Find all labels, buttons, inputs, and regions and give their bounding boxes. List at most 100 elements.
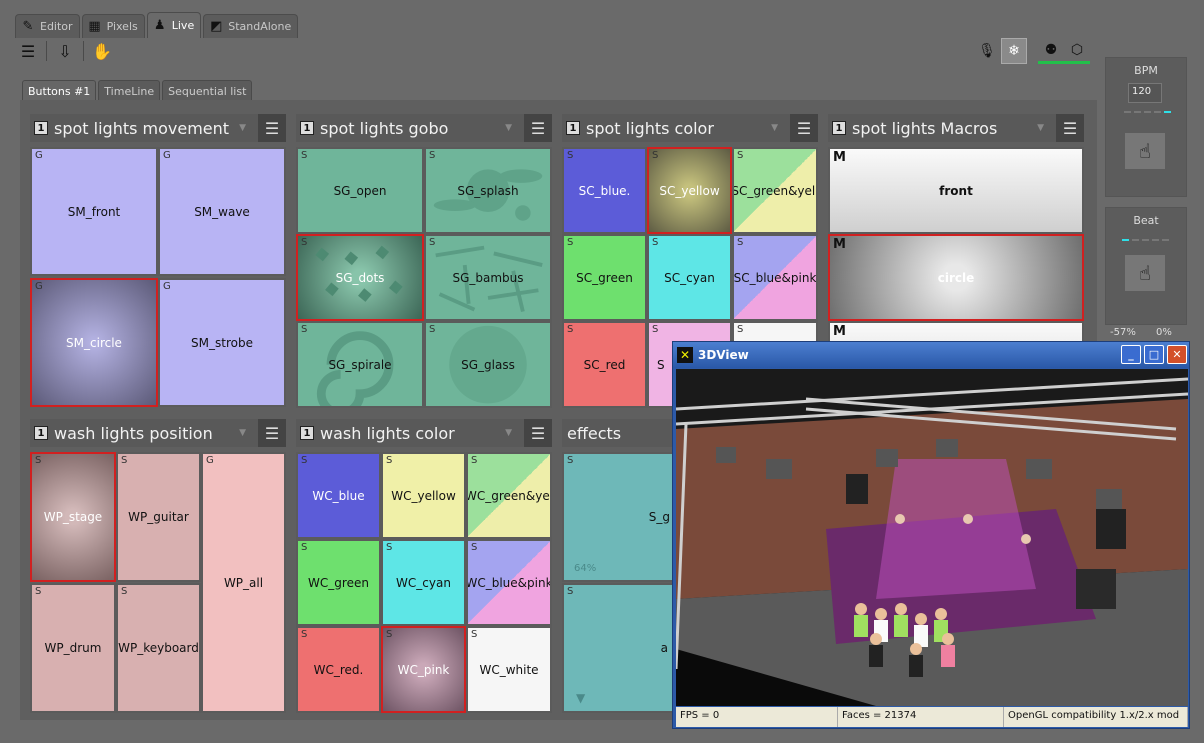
- cue-button[interactable]: S SG_spirale: [296, 321, 424, 408]
- group-menu-button[interactable]: ☰: [524, 114, 552, 142]
- cue-button[interactable]: S WC_red.: [296, 626, 381, 713]
- group-title: spot lights gobo: [320, 118, 449, 138]
- group-menu-button[interactable]: ☰: [524, 419, 552, 447]
- group-title: wash lights position: [54, 423, 213, 443]
- effect-button[interactable]: S S_g 64%: [562, 452, 674, 582]
- tab-timeline[interactable]: TimeLine: [98, 80, 161, 101]
- chevron-down-icon[interactable]: ▼: [771, 123, 778, 133]
- cue-button[interactable]: S SG_splash: [424, 147, 552, 234]
- minimize-button[interactable]: _: [1121, 345, 1141, 364]
- tap-hand-icon: ☝: [1138, 139, 1152, 163]
- hand-icon[interactable]: ✋: [89, 38, 115, 64]
- cue-button[interactable]: S SG_dots: [296, 234, 424, 321]
- cue-button[interactable]: S WC_blue&pink: [466, 539, 552, 626]
- cue-button[interactable]: G SM_strobe: [158, 278, 286, 407]
- dmx-icon[interactable]: ⚉: [1038, 38, 1064, 64]
- macro-button[interactable]: Mfront: [828, 147, 1084, 234]
- group-spot-lights-gobo: 1 spot lights gobo ▼ ☰ S SG_open S SG_spla…: [296, 114, 552, 409]
- microphone-icon[interactable]: 🎙: [974, 38, 1000, 64]
- bpm-title: BPM: [1134, 64, 1158, 77]
- cue-button[interactable]: G SM_front: [30, 147, 158, 276]
- cue-button[interactable]: G WP_all: [201, 452, 286, 713]
- 3dview-window: ✕ 3DView _ □ ✕ FPS = 0 Faces = 21374 Ope…: [672, 341, 1190, 729]
- cue-button[interactable]: S SC_blue.: [562, 147, 647, 234]
- chevron-down-icon[interactable]: ▼: [505, 123, 512, 133]
- toolbar: ☰ ⇩ ✋ 🎙 ❄ ⚉ ⬡: [15, 36, 1097, 66]
- group-menu-button[interactable]: ☰: [1056, 114, 1084, 142]
- cue-button[interactable]: S WP_drum: [30, 583, 116, 713]
- bpm-input[interactable]: 120: [1128, 83, 1162, 103]
- cue-button[interactable]: S WP_keyboard: [116, 583, 201, 713]
- editor-icon: ✎: [22, 19, 34, 34]
- chevron-down-icon[interactable]: ▼: [239, 428, 246, 438]
- cue-button[interactable]: S WC_green: [296, 539, 381, 626]
- 3d-scene-view[interactable]: [676, 369, 1188, 706]
- cue-button[interactable]: G SM_wave: [158, 147, 286, 276]
- group-number: 1: [34, 426, 48, 440]
- group-menu-button[interactable]: ☰: [790, 114, 818, 142]
- group-title: spot lights Macros: [852, 118, 998, 138]
- triangle-down-icon: ▼: [576, 691, 586, 705]
- cue-button[interactable]: S WC_green&yel: [466, 452, 552, 539]
- beat-panel: Beat ☝: [1105, 207, 1187, 325]
- group-header: 1 wash lights position ▼ ☰: [30, 419, 286, 447]
- status-bar: FPS = 0 Faces = 21374 OpenGL compatibili…: [676, 707, 1188, 727]
- group-title: wash lights color: [320, 423, 455, 443]
- cue-button[interactable]: S SG_open: [296, 147, 424, 234]
- close-button[interactable]: ✕: [1167, 345, 1187, 364]
- cue-button[interactable]: S SC_yellow: [647, 147, 732, 234]
- cue-button[interactable]: S WC_yellow: [381, 452, 466, 539]
- cue-button[interactable]: S SC_cyan: [647, 234, 732, 321]
- group-menu-button[interactable]: ☰: [258, 114, 286, 142]
- menu-icon[interactable]: ☰: [15, 38, 41, 64]
- tap-bpm-button[interactable]: ☝: [1125, 133, 1165, 169]
- chevron-down-icon[interactable]: ▼: [1037, 123, 1044, 133]
- effect-button[interactable]: Sa ▼: [562, 583, 674, 713]
- group-header: 1 wash lights color ▼ ☰: [296, 419, 552, 447]
- cue-button[interactable]: S SG_glass: [424, 321, 552, 408]
- cue-button[interactable]: S WP_guitar: [116, 452, 201, 582]
- stage-render: [676, 369, 1188, 706]
- cue-button[interactable]: S WP_stage: [30, 452, 116, 582]
- snowflake-icon[interactable]: ❄: [1001, 38, 1027, 64]
- cue-button[interactable]: S WC_pink: [381, 626, 466, 713]
- group-number: 1: [300, 121, 314, 135]
- tab-pixels[interactable]: ▦ Pixels: [81, 14, 145, 38]
- cue-button[interactable]: S SC_red: [562, 321, 647, 408]
- beat-indicator: [1122, 239, 1186, 241]
- chevron-down-icon[interactable]: ▼: [505, 428, 512, 438]
- cue-button[interactable]: S WC_cyan: [381, 539, 466, 626]
- cue-button[interactable]: S WC_blue: [296, 452, 381, 539]
- tap-hand-icon: ☝: [1138, 261, 1152, 285]
- tab-buttons-1[interactable]: Buttons #1: [22, 80, 97, 101]
- tab-editor[interactable]: ✎ Editor: [15, 14, 80, 38]
- cue-button[interactable]: S SC_green: [562, 234, 647, 321]
- window-titlebar[interactable]: ✕ 3DView _ □ ✕: [673, 342, 1189, 368]
- app-logo-icon: ✕: [677, 347, 693, 363]
- group-number: 1: [566, 121, 580, 135]
- group-header: 1 spot lights Macros ▼ ☰: [828, 114, 1084, 142]
- group-header: 1 spot lights color ▼ ☰: [562, 114, 818, 142]
- export-icon[interactable]: ⇩: [52, 38, 78, 64]
- cue-button[interactable]: S WC_white: [466, 626, 552, 713]
- cue-button[interactable]: S SG_bambus: [424, 234, 552, 321]
- effect-progress: 64%: [574, 563, 597, 574]
- group-title: effects: [567, 423, 622, 443]
- beat-title: Beat: [1133, 214, 1159, 227]
- tab-live[interactable]: ♟ Live: [146, 12, 202, 38]
- tap-beat-button[interactable]: ☝: [1125, 255, 1165, 291]
- cube-icon[interactable]: ⬡: [1064, 38, 1090, 64]
- chevron-down-icon[interactable]: ▼: [239, 123, 246, 133]
- maximize-button[interactable]: □: [1144, 345, 1164, 364]
- group-wash-lights-position: 1 wash lights position ▼ ☰ S WP_stage S WP…: [30, 419, 286, 714]
- macro-button[interactable]: Mcircle: [828, 234, 1084, 321]
- live-icon: ♟: [153, 18, 166, 33]
- cue-button[interactable]: S SC_blue&pink: [732, 234, 818, 321]
- group-menu-button[interactable]: ☰: [258, 419, 286, 447]
- tab-standalone[interactable]: ◩ StandAlone: [203, 14, 299, 38]
- group-number: 1: [34, 121, 48, 135]
- cue-button[interactable]: S SC_green&yell: [732, 147, 818, 234]
- tab-sequential-list[interactable]: Sequential list: [162, 80, 253, 101]
- pitch-right-value: 0%: [1156, 327, 1172, 338]
- cue-button[interactable]: G SM_circle: [30, 278, 158, 407]
